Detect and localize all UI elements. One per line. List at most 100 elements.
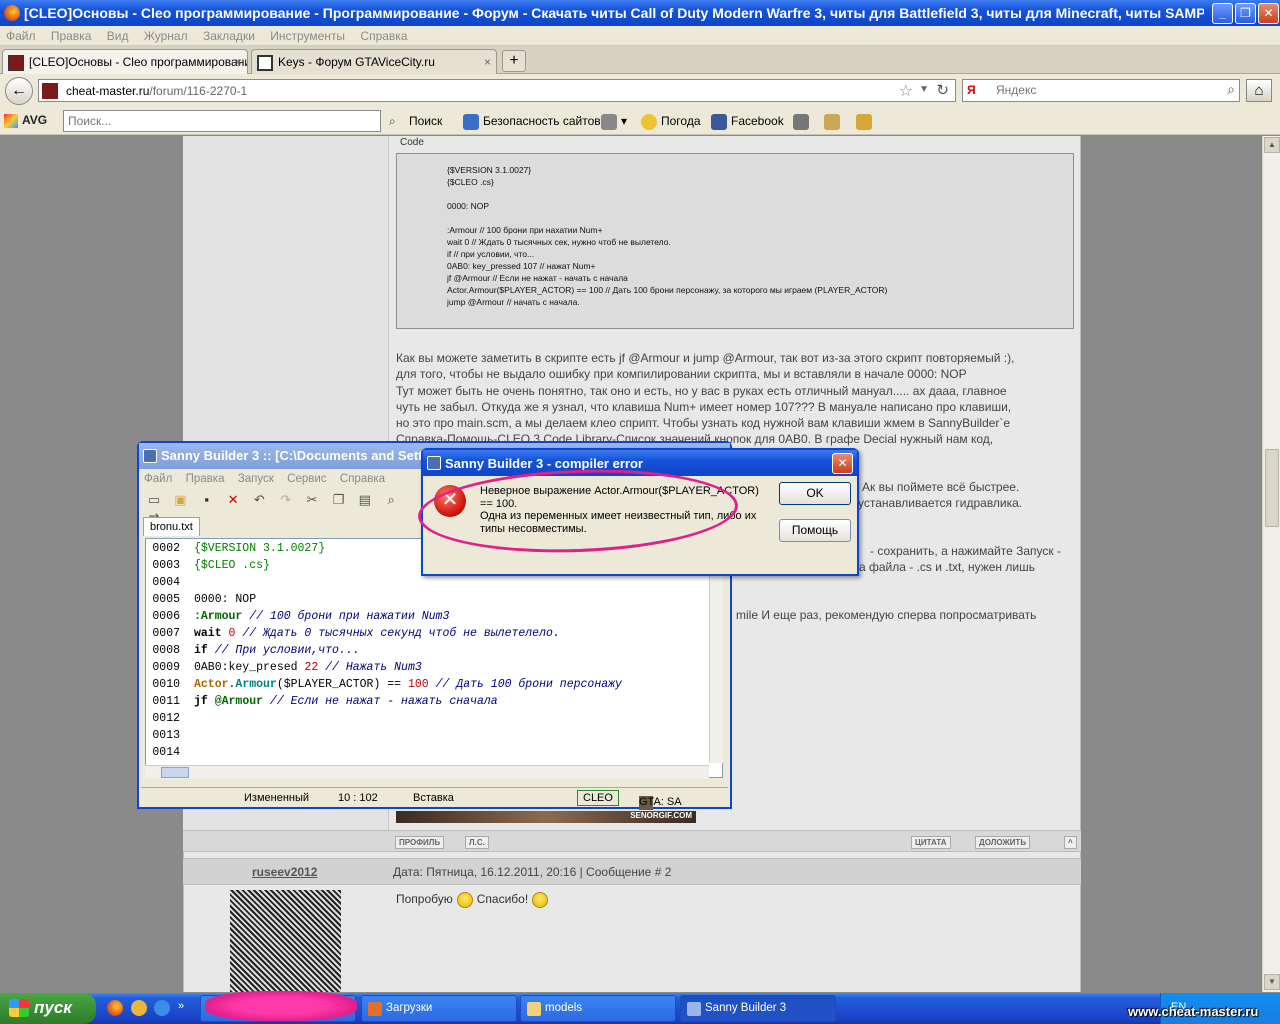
notepad-button[interactable]	[824, 114, 844, 130]
editor-line[interactable]: 0004	[146, 576, 716, 593]
editor-line[interactable]: 0011 jf @Armour // Если не нажат - нажать…	[146, 695, 716, 712]
task-sanny-builder[interactable]: Sanny Builder 3	[680, 995, 836, 1022]
reload-icon[interactable]: ↻	[936, 81, 949, 99]
sanny-menu-service[interactable]: Сервис	[282, 471, 331, 487]
line-number: 0008	[152, 644, 180, 657]
line-number: 0011	[152, 695, 180, 708]
close-file-icon[interactable]: ✕	[224, 491, 242, 509]
minimize-button[interactable]: _	[1212, 3, 1233, 24]
sanny-menu-file[interactable]: Файл	[139, 471, 177, 487]
menu-tools[interactable]: Инструменты	[264, 26, 351, 46]
grin-icon	[532, 892, 549, 908]
menu-history[interactable]: Журнал	[138, 26, 194, 46]
code-token: // При условии,что...	[207, 644, 360, 657]
code-line: 0000: NOP	[447, 201, 490, 211]
pm-button[interactable]: Л.С.	[465, 836, 489, 849]
tab-close-icon[interactable]: ×	[484, 55, 491, 69]
file-tab[interactable]: bronu.txt	[143, 517, 200, 536]
sanny-menu-help[interactable]: Справка	[335, 471, 390, 487]
maximize-button[interactable]: ❐	[1235, 3, 1256, 24]
start-button[interactable]: пуск	[0, 993, 96, 1024]
firefox-quicklaunch-icon[interactable]	[107, 1000, 123, 1016]
sanny-task-icon	[687, 1002, 701, 1016]
weather-button[interactable]: Погода	[641, 114, 701, 130]
trash-button[interactable]: ▾	[601, 114, 627, 130]
task-downloads[interactable]: Загрузки	[361, 995, 517, 1022]
firefox-task-icon	[368, 1002, 382, 1016]
more-quicklaunch-icon[interactable]: »	[178, 1000, 194, 1016]
new-tab-button[interactable]: +	[502, 50, 526, 72]
open-folder-icon[interactable]: ▣	[171, 491, 189, 509]
task-models[interactable]: models	[520, 995, 676, 1022]
tab-cleo-forum[interactable]: [CLEO]Основы - Cleo программировани... ×	[2, 49, 248, 74]
ie-quicklaunch-icon[interactable]	[154, 1000, 170, 1016]
dialog-close-button[interactable]: ✕	[832, 453, 853, 474]
scroll-top-button[interactable]: ^	[1064, 836, 1077, 849]
profile-button[interactable]: ПРОФИЛЬ	[395, 836, 445, 849]
help-button[interactable]: Помощь	[779, 519, 851, 542]
search-bar[interactable]: Я ⌕	[962, 79, 1240, 102]
hscroll-thumb[interactable]	[161, 767, 189, 778]
editor-line[interactable]: 0005 0000: NOP	[146, 593, 716, 610]
gtavc-favicon-icon	[257, 55, 273, 71]
url-bar[interactable]: cheat-master.ru/forum/116-2270-1 ☆ ▼ ↻	[38, 79, 956, 102]
editor-line[interactable]: 0009 0AB0:key_presed 22 // Нажать Num3	[146, 661, 716, 678]
save-icon[interactable]: ▪	[198, 491, 216, 509]
menu-view[interactable]: Вид	[101, 26, 135, 46]
editor-horizontal-scrollbar[interactable]	[145, 765, 709, 779]
page-scrollbar[interactable]: ▲ ▼	[1262, 136, 1280, 992]
menu-help[interactable]: Справка	[354, 26, 413, 46]
editor-line[interactable]: 0012	[146, 712, 716, 729]
reply-username[interactable]: ruseev2012	[252, 865, 317, 879]
app-quicklaunch-icon[interactable]	[131, 1000, 147, 1016]
sanny-menu-edit[interactable]: Правка	[181, 471, 230, 487]
url-dropdown-icon[interactable]: ▼	[919, 84, 929, 95]
copy-icon[interactable]: ❐	[329, 491, 347, 509]
code-token: Armour	[235, 678, 277, 691]
menu-edit[interactable]: Правка	[45, 26, 98, 46]
calculator-button[interactable]	[793, 114, 813, 130]
bookmark-star-icon[interactable]: ☆	[899, 81, 913, 101]
menu-file[interactable]: Файл	[0, 26, 42, 46]
avg-search-input[interactable]	[63, 110, 381, 132]
search-input[interactable]	[996, 83, 1196, 97]
weather-icon	[641, 114, 657, 130]
avg-logo[interactable]: AVG	[4, 113, 47, 128]
back-button[interactable]: ←	[5, 77, 33, 105]
report-button[interactable]: ДОЛОЖИТЬ	[975, 836, 1031, 849]
safe-sites-button[interactable]: Безопасность сайтов	[463, 114, 601, 130]
cut-icon[interactable]: ✂	[303, 491, 321, 509]
site-identity-icon[interactable]	[42, 83, 58, 99]
screenshot-button[interactable]	[856, 114, 876, 130]
url-text[interactable]: cheat-master.ru/forum/116-2270-1	[66, 84, 247, 98]
scroll-up-icon[interactable]: ▲	[1264, 137, 1280, 153]
code-token: // Нажать Num3	[318, 661, 422, 674]
editor-line[interactable]: 0006:Armour // 100 брони при нажатии Num…	[146, 610, 716, 627]
scroll-thumb[interactable]	[1265, 449, 1279, 527]
ok-button[interactable]: OK	[779, 482, 851, 505]
tab-keys-forum[interactable]: Keys - Форум GTAViceCity.ru ×	[251, 49, 497, 74]
menu-bookmarks[interactable]: Закладки	[197, 26, 261, 46]
search-icon[interactable]: ⌕	[1227, 81, 1235, 98]
paste-icon[interactable]: ▤	[356, 491, 374, 509]
editor-line[interactable]: 0007 wait 0 // Ждать 0 тысячных секунд чт…	[146, 627, 716, 644]
reply-number-link[interactable]: 2	[665, 865, 672, 879]
avg-search-button[interactable]: ⌕ Поиск	[389, 114, 442, 130]
sanny-menu-run[interactable]: Запуск	[233, 471, 279, 487]
redo-icon[interactable]: ↷	[277, 491, 295, 509]
editor-line[interactable]: 0014	[146, 746, 716, 763]
editor-line[interactable]: 0008 if // При условии,что...	[146, 644, 716, 661]
new-file-icon[interactable]: ▭	[145, 491, 163, 509]
close-window-button[interactable]: ✕	[1258, 3, 1279, 24]
quote-button[interactable]: ЦИТАТА	[911, 836, 951, 849]
find-icon[interactable]: ⌕	[382, 491, 400, 509]
facebook-button[interactable]: Facebook	[711, 114, 784, 130]
undo-icon[interactable]: ↶	[250, 491, 268, 509]
yandex-icon[interactable]: Я	[967, 83, 976, 97]
tab-close-icon[interactable]: ×	[235, 55, 242, 69]
scroll-down-icon[interactable]: ▼	[1264, 974, 1280, 990]
editor-line[interactable]: 0010 Actor.Armour($PLAYER_ACTOR) == 100 /…	[146, 678, 716, 695]
status-lang[interactable]: CLEO	[577, 790, 619, 806]
editor-line[interactable]: 0013	[146, 729, 716, 746]
home-button[interactable]: ⌂	[1246, 79, 1272, 102]
